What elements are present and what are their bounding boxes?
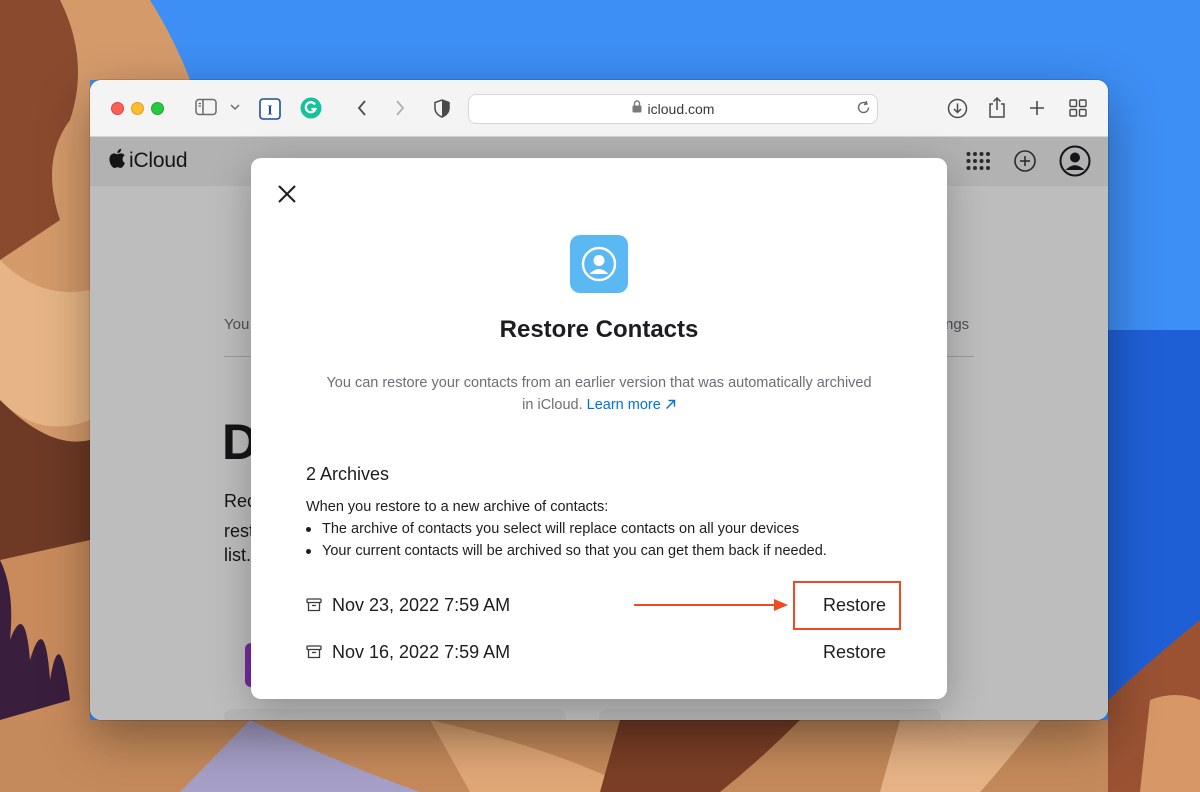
learn-more-link[interactable]: Learn more	[587, 397, 676, 413]
annotation-arrow	[634, 599, 788, 611]
url-text: icloud.com	[647, 101, 715, 117]
sidebar-icon[interactable]	[195, 98, 217, 116]
lock-icon	[632, 100, 642, 118]
grammarly-icon[interactable]	[300, 97, 322, 119]
archive-box-icon	[306, 598, 322, 612]
chevron-down-icon[interactable]	[230, 103, 240, 111]
restore-info-point-text: The archive of contacts you select will …	[322, 521, 800, 537]
browser-toolbar: I icloud.com	[90, 80, 1108, 137]
external-link-icon	[665, 399, 676, 409]
restore-info-point-text: Your current contacts will be archived s…	[322, 543, 827, 559]
contacts-app-icon	[570, 235, 628, 293]
new-tab-icon[interactable]	[1028, 99, 1046, 117]
svg-text:I: I	[267, 104, 272, 119]
zoom-window-button[interactable]	[151, 102, 164, 115]
bullet	[306, 549, 311, 554]
annotation-highlight-box	[793, 581, 901, 630]
bullet	[306, 527, 311, 532]
reload-icon[interactable]	[856, 100, 871, 115]
restore-info-list: The archive of contacts you select will …	[306, 518, 906, 562]
archive-box-icon	[306, 645, 322, 659]
dialog-title: Restore Contacts	[499, 316, 699, 343]
share-icon[interactable]	[988, 96, 1006, 119]
archive-date: Nov 23, 2022 7:59 AM	[332, 594, 511, 615]
tab-overview-icon[interactable]	[1069, 99, 1087, 117]
dialog-description: You can restore your contacts from an ea…	[321, 372, 877, 416]
close-window-button[interactable]	[111, 102, 124, 115]
minimize-window-button[interactable]	[131, 102, 144, 115]
back-icon[interactable]	[356, 99, 368, 117]
archive-row: Nov 16, 2022 7:59 AM Restore	[306, 639, 886, 665]
restore-info-point: The archive of contacts you select will …	[306, 518, 906, 540]
restore-info: When you restore to a new archive of con…	[306, 496, 906, 562]
restore-info-point: Your current contacts will be archived s…	[306, 540, 906, 562]
archive-date: Nov 16, 2022 7:59 AM	[332, 641, 511, 662]
learn-more-label: Learn more	[586, 397, 661, 413]
instapaper-icon[interactable]: I	[259, 98, 281, 120]
restore-info-intro: When you restore to a new archive of con…	[306, 499, 609, 515]
address-bar[interactable]: icloud.com	[468, 94, 878, 124]
shield-icon[interactable]	[434, 99, 450, 118]
download-icon[interactable]	[947, 98, 968, 119]
archives-count-heading: 2 Archives	[306, 464, 390, 484]
close-icon[interactable]	[275, 182, 299, 206]
forward-icon[interactable]	[394, 99, 406, 117]
restore-button[interactable]: Restore	[823, 642, 886, 663]
